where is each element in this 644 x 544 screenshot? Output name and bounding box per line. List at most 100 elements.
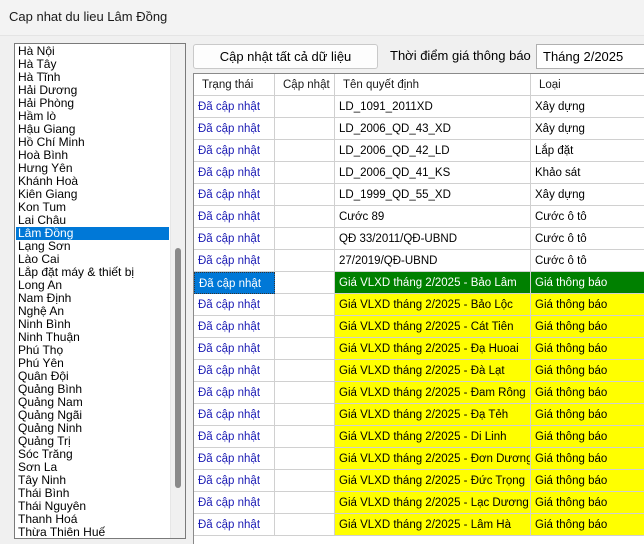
province-item[interactable]: Lắp đặt máy & thiết bị: [16, 266, 169, 279]
header-status[interactable]: Trạng thái: [194, 74, 275, 96]
status-cell[interactable]: Đã cập nhật: [194, 492, 275, 514]
status-cell[interactable]: Đã cập nhật: [194, 228, 275, 250]
update-cell[interactable]: [275, 338, 335, 360]
province-item[interactable]: Hà Nội: [16, 45, 169, 58]
type-cell[interactable]: Giá thông báo: [531, 338, 644, 360]
status-cell[interactable]: Đã cập nhật: [194, 184, 275, 206]
type-cell[interactable]: Cước ô tô: [531, 206, 644, 228]
province-item[interactable]: Phú Yên: [16, 357, 169, 370]
decision-name-cell[interactable]: Giá VLXD tháng 2/2025 - Lâm Hà: [335, 514, 531, 536]
table-row[interactable]: Đã cập nhật Giá VLXD tháng 2/2025 - Bảo L…: [194, 294, 644, 316]
province-item[interactable]: Lai Châu: [16, 214, 169, 227]
decision-name-cell[interactable]: Giá VLXD tháng 2/2025 - Đà Lạt: [335, 360, 531, 382]
update-cell[interactable]: [275, 316, 335, 338]
province-item[interactable]: Sóc Trăng: [16, 448, 169, 461]
province-item[interactable]: Tây Ninh: [16, 474, 169, 487]
province-item[interactable]: Hậu Giang: [16, 123, 169, 136]
type-cell[interactable]: Giá thông báo: [531, 404, 644, 426]
table-row[interactable]: Đã cập nhật LD_1999_QD_55_XD Xây dựng: [194, 184, 644, 206]
province-item[interactable]: Thái Nguyên: [16, 500, 169, 513]
province-item[interactable]: Kiên Giang: [16, 188, 169, 201]
update-cell[interactable]: [275, 228, 335, 250]
province-item[interactable]: Kon Tum: [16, 201, 169, 214]
type-cell[interactable]: Lắp đặt: [531, 140, 644, 162]
type-cell[interactable]: Khảo sát: [531, 162, 644, 184]
province-item[interactable]: Quảng Nam: [16, 396, 169, 409]
type-cell[interactable]: Xây dựng: [531, 96, 644, 118]
decision-name-cell[interactable]: Giá VLXD tháng 2/2025 - Lạc Dương: [335, 492, 531, 514]
price-time-select[interactable]: Tháng 2/2025: [536, 44, 644, 69]
province-item[interactable]: Ninh Bình: [16, 318, 169, 331]
update-cell[interactable]: [275, 360, 335, 382]
province-list[interactable]: Hà Nội Hà Tây Hà Tĩnh Hải Dương Hải Phòng Hầm…: [14, 43, 186, 539]
decision-name-cell[interactable]: Giá VLXD tháng 2/2025 - Đạ Tẻh: [335, 404, 531, 426]
status-cell[interactable]: Đã cập nhật: [194, 404, 275, 426]
update-cell[interactable]: [275, 514, 335, 536]
type-cell[interactable]: Giá thông báo: [531, 294, 644, 316]
province-item[interactable]: Sơn La: [16, 461, 169, 474]
province-item[interactable]: Hồ Chí Minh: [16, 136, 169, 149]
type-cell[interactable]: Giá thông báo: [531, 492, 644, 514]
header-name[interactable]: Tên quyết định: [335, 74, 531, 96]
table-row[interactable]: Đã cập nhật LD_2006_QD_41_KS Khảo sát: [194, 162, 644, 184]
province-item[interactable]: Hoà Bình: [16, 149, 169, 162]
type-cell[interactable]: Cước ô tô: [531, 250, 644, 272]
decision-name-cell[interactable]: Giá VLXD tháng 2/2025 - Đơn Dương: [335, 448, 531, 470]
decision-name-cell[interactable]: LD_1999_QD_55_XD: [335, 184, 531, 206]
type-cell[interactable]: Giá thông báo: [531, 316, 644, 338]
update-cell[interactable]: [275, 382, 335, 404]
type-cell[interactable]: Giá thông báo: [531, 360, 644, 382]
decision-name-cell[interactable]: Cước 89: [335, 206, 531, 228]
status-cell[interactable]: Đã cập nhật: [194, 514, 275, 536]
type-cell[interactable]: Giá thông báo: [531, 382, 644, 404]
status-cell[interactable]: Đã cập nhật: [194, 426, 275, 448]
decision-name-cell[interactable]: LD_2006_QD_42_LD: [335, 140, 531, 162]
decision-name-cell[interactable]: LD_2006_QD_43_XD: [335, 118, 531, 140]
province-item[interactable]: Ninh Thuận: [16, 331, 169, 344]
province-item[interactable]: Thanh Hoá: [16, 513, 169, 526]
status-cell[interactable]: Đã cập nhật: [194, 118, 275, 140]
decision-name-cell[interactable]: QĐ 33/2011/QĐ-UBND: [335, 228, 531, 250]
type-cell[interactable]: Giá thông báo: [531, 272, 644, 294]
province-item[interactable]: Lào Cai: [16, 253, 169, 266]
decision-name-cell[interactable]: Giá VLXD tháng 2/2025 - Đức Trọng: [335, 470, 531, 492]
table-row[interactable]: Đã cập nhật LD_1091_2011XD Xây dựng: [194, 96, 644, 118]
update-cell[interactable]: [275, 448, 335, 470]
status-cell[interactable]: Đã cập nhật: [194, 316, 275, 338]
province-item[interactable]: Quảng Trị: [16, 435, 169, 448]
table-row[interactable]: Đã cập nhật Giá VLXD tháng 2/2025 - Đơn D…: [194, 448, 644, 470]
province-item[interactable]: Hà Tĩnh: [16, 71, 169, 84]
update-cell[interactable]: [275, 206, 335, 228]
province-item[interactable]: Long An: [16, 279, 169, 292]
status-cell[interactable]: Đã cập nhật: [194, 448, 275, 470]
status-cell[interactable]: Đã cập nhật: [194, 96, 275, 118]
update-cell[interactable]: [275, 184, 335, 206]
table-row[interactable]: Đã cập nhật LD_2006_QD_42_LD Lắp đặt: [194, 140, 644, 162]
province-item[interactable]: Hầm lò: [16, 110, 169, 123]
province-item[interactable]: Nam Định: [16, 292, 169, 305]
decision-name-cell[interactable]: Giá VLXD tháng 2/2025 - Bảo Lộc: [335, 294, 531, 316]
province-item[interactable]: Quảng Ngãi: [16, 409, 169, 422]
table-row[interactable]: Đã cập nhật Giá VLXD tháng 2/2025 - Lâm H…: [194, 514, 644, 536]
status-cell[interactable]: Đã cập nhật: [194, 382, 275, 404]
update-cell[interactable]: [275, 294, 335, 316]
status-cell[interactable]: Đã cập nhật: [194, 162, 275, 184]
status-cell[interactable]: Đã cập nhật: [194, 338, 275, 360]
status-cell[interactable]: Đã cập nhật: [194, 470, 275, 492]
table-row[interactable]: Đã cập nhật QĐ 33/2011/QĐ-UBND Cước ô tô: [194, 228, 644, 250]
type-cell[interactable]: Cước ô tô: [531, 228, 644, 250]
update-cell[interactable]: [275, 250, 335, 272]
type-cell[interactable]: Xây dựng: [531, 184, 644, 206]
type-cell[interactable]: Giá thông báo: [531, 514, 644, 536]
table-row[interactable]: Đã cập nhật 27/2019/QĐ-UBND Cước ô tô: [194, 250, 644, 272]
scrollbar-thumb[interactable]: [175, 248, 181, 488]
decision-name-cell[interactable]: Giá VLXD tháng 2/2025 - Di Linh: [335, 426, 531, 448]
status-cell[interactable]: Đã cập nhật: [194, 140, 275, 162]
table-row[interactable]: Đã cập nhật Giá VLXD tháng 2/2025 - Bảo L…: [194, 272, 644, 294]
table-row[interactable]: Đã cập nhật Cước 89 Cước ô tô: [194, 206, 644, 228]
type-cell[interactable]: Giá thông báo: [531, 448, 644, 470]
province-item[interactable]: Thái Bình: [16, 487, 169, 500]
update-cell[interactable]: [275, 404, 335, 426]
decision-name-cell[interactable]: Giá VLXD tháng 2/2025 - Đạ Huoai: [335, 338, 531, 360]
update-all-button[interactable]: Cập nhật tất cả dữ liệu: [193, 44, 378, 69]
